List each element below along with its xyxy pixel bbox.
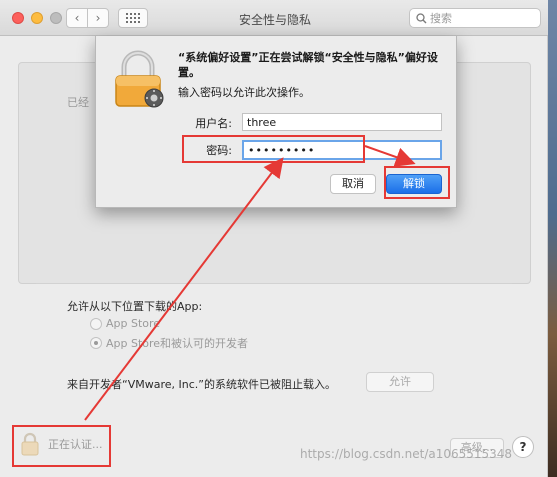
radio-app-store[interactable]: App Store <box>90 317 160 330</box>
search-icon <box>416 13 427 24</box>
radio-indicator[interactable] <box>90 317 102 330</box>
cancel-button[interactable]: 取消 <box>330 174 376 194</box>
grid-icon <box>126 13 140 23</box>
forward-button[interactable]: › <box>87 8 109 28</box>
annotation-box-lock <box>12 425 111 467</box>
allow-button[interactable]: 允许 <box>366 372 434 392</box>
lock-icon <box>115 50 164 108</box>
username-label: 用户名: <box>195 117 232 130</box>
allow-apps-label: 允许从以下位置下载的App: <box>67 300 203 313</box>
annotation-box-password <box>182 135 365 163</box>
blocked-software-text: 来自开发者“VMware, Inc.”的系统软件已被阻止载入。 <box>67 378 336 391</box>
window-title: 安全性与隐私 <box>238 13 311 27</box>
pane-label: 已经 <box>67 96 89 109</box>
section-divider <box>36 283 512 284</box>
search-box[interactable] <box>409 8 541 28</box>
dialog-message: 输入密码以允许此次操作。 <box>178 86 310 99</box>
search-input[interactable] <box>430 11 535 25</box>
back-button[interactable]: ‹ <box>66 8 88 28</box>
radio-indicator-selected[interactable] <box>90 337 102 349</box>
show-all-button[interactable] <box>118 8 148 28</box>
chevron-left-icon: ‹ <box>74 11 80 25</box>
title-bar: ‹ › 安全性与隐私 <box>0 0 548 36</box>
minimize-window-button[interactable] <box>31 12 43 24</box>
desktop-background <box>548 0 557 477</box>
radio-label: App Store <box>106 317 161 330</box>
annotation-box-unlock <box>384 166 450 199</box>
close-window-button[interactable] <box>12 12 24 24</box>
help-button[interactable]: ? <box>512 436 534 458</box>
username-field[interactable] <box>242 113 442 131</box>
radio-label: App Store和被认可的开发者 <box>106 337 249 350</box>
preferences-window: ‹ › 安全性与隐私 已经 允许从以下位置下载的App: App Store <box>0 0 548 477</box>
radio-app-store-identified[interactable]: App Store和被认可的开发者 <box>90 335 248 351</box>
watermark: https://blog.csdn.net/a1065515348 <box>300 447 513 461</box>
zoom-window-button[interactable] <box>50 12 62 24</box>
chevron-right-icon: › <box>95 11 101 25</box>
dialog-title: “系统偏好设置”正在尝试解锁“安全性与隐私”偏好设置。 <box>178 51 438 79</box>
